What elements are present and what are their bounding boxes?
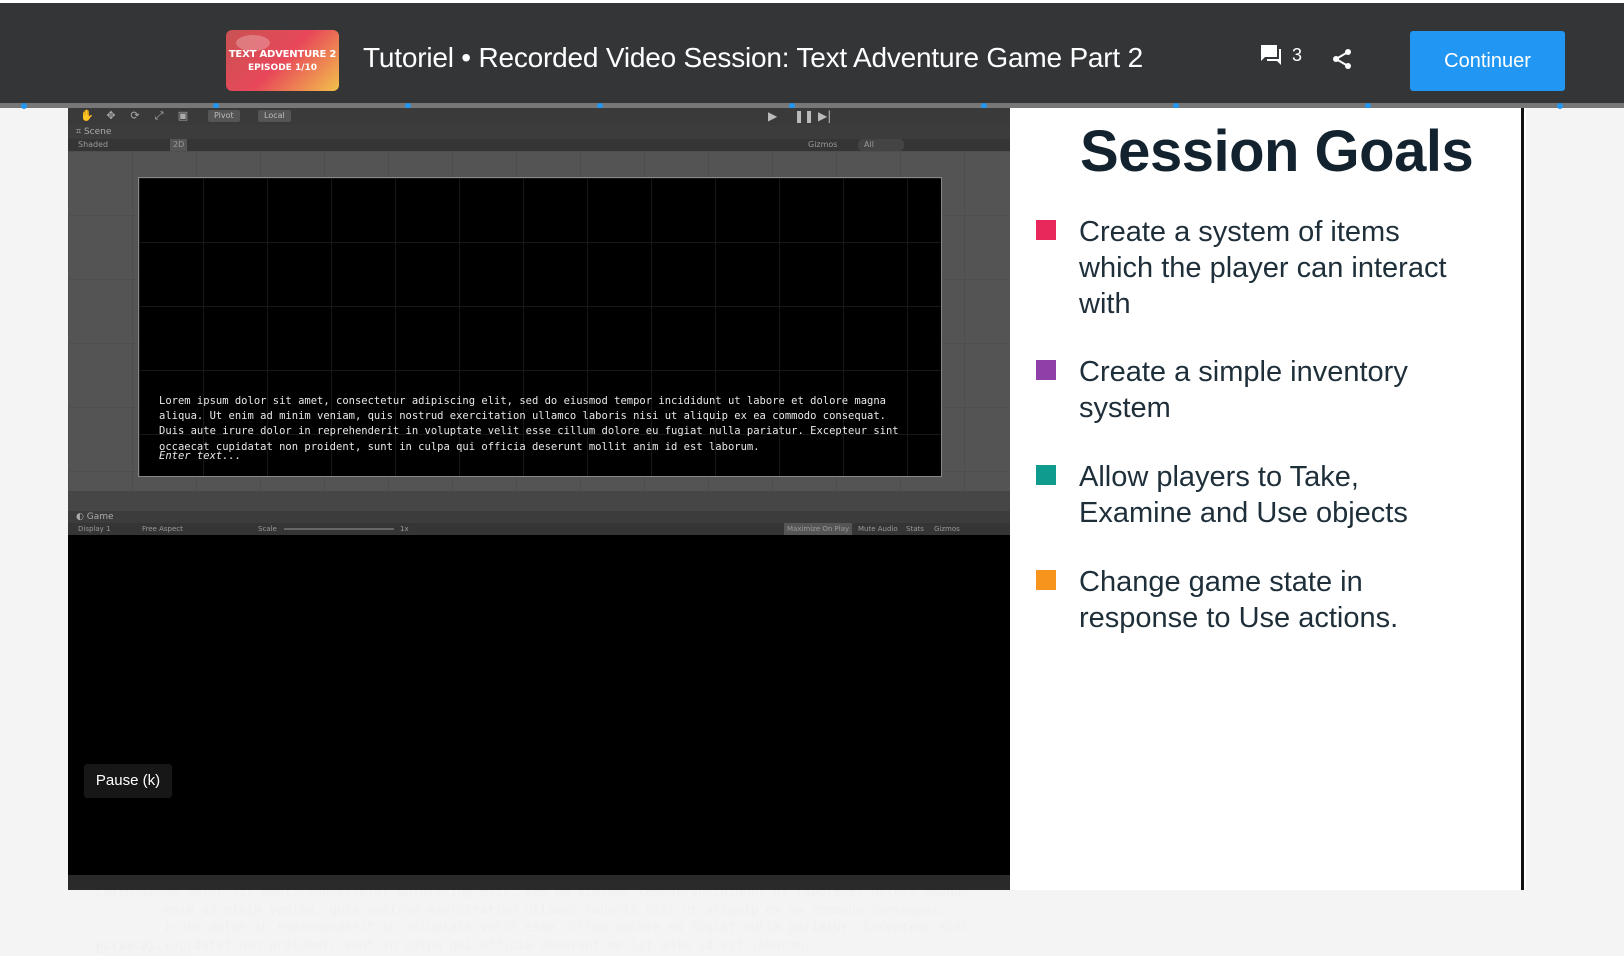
scene-lorem-text: Lorem ipsum dolor sit amet, consectetur … — [159, 395, 899, 453]
unity-editor-capture: ✋ ✥ ⟳ ⤢ ▣ Pivot Local ▶ ❚❚ ▶| ⌗ Scene Sh… — [68, 108, 1010, 956]
scene-view: Lorem ipsum dolor sit amet, consectetur … — [68, 151, 1010, 491]
goal-bullet — [1036, 360, 1056, 380]
maximize-on-play: Maximize On Play — [784, 523, 853, 535]
course-thumbnail[interactable]: TEXT ADVENTURE 2 EPISODE 1/10 — [226, 30, 339, 91]
goal-text: Allow players to Take, Examine and Use o… — [1079, 461, 1408, 529]
display-select: Display 1 — [78, 525, 111, 533]
scale-value: 1x — [400, 525, 409, 533]
stats: Stats — [906, 525, 924, 533]
game-lorem-text: Lorem ipsum dolor sit amet, consectetur … — [96, 884, 969, 952]
scene-canvas: Lorem ipsum dolor sit amet, consectetur … — [138, 177, 942, 477]
slide-title: Session Goals — [1080, 119, 1474, 184]
pause-tooltip: Pause (k) — [84, 764, 172, 798]
game-bottom-bar — [68, 875, 1010, 890]
mode-2d: 2D — [170, 139, 188, 151]
scale-label: Scale — [258, 525, 277, 533]
session-goals-slide: Session Goals Create a system of items w… — [1010, 108, 1524, 890]
goal-bullet — [1036, 220, 1056, 240]
scale-slider — [284, 528, 394, 530]
video-player[interactable]: ✋ ✥ ⟳ ⤢ ▣ Pivot Local ▶ ❚❚ ▶| ⌗ Scene Sh… — [68, 108, 1526, 956]
unity-toolbar: ✋ ✥ ⟳ ⤢ ▣ Pivot Local ▶ ❚❚ ▶| — [68, 108, 1010, 125]
top-bar: TEXT ADVENTURE 2 EPISODE 1/10 Tutoriel •… — [0, 0, 1624, 108]
goal-text: Change game state in response to Use act… — [1079, 566, 1399, 634]
goal-item: Allow players to Take, Examine and Use o… — [1036, 459, 1459, 531]
scene-tab: ⌗ Scene — [68, 125, 1010, 139]
goal-item: Create a system of items which the playe… — [1036, 214, 1459, 322]
game-tab: ◐ Game — [68, 511, 1010, 523]
aspect-select: Free Aspect — [142, 525, 183, 533]
goal-item: Change game state in response to Use act… — [1036, 564, 1459, 636]
step-icon: ▶| — [818, 109, 832, 123]
rotate-tool-icon: ⟳ — [130, 109, 140, 122]
thumbnail-episode: EPISODE 1/10 — [247, 62, 318, 73]
mute-audio: Mute Audio — [858, 525, 898, 533]
pause-icon: ❚❚ — [794, 109, 815, 123]
comment-count: 3 — [1292, 44, 1303, 65]
scale-tool-icon: ⤢ — [154, 109, 164, 122]
goal-text: Create a simple inventory system — [1079, 356, 1408, 424]
goal-bullet — [1036, 570, 1056, 590]
game-tab-label: Game — [86, 512, 114, 522]
scene-tab-label: Scene — [83, 127, 112, 137]
rect-tool-icon: ▣ — [177, 109, 189, 122]
hand-tool-icon: ✋ — [80, 109, 94, 122]
shading-mode: Shaded — [78, 140, 109, 149]
game-enter-prompt: Enter text... — [96, 941, 194, 956]
comments-button[interactable]: 3 — [1258, 43, 1302, 67]
thumbnail-logo-icon — [236, 35, 270, 51]
move-tool-icon: ✥ — [106, 109, 116, 122]
goal-item: Create a simple inventory system — [1036, 354, 1459, 426]
continue-button[interactable]: Continuer — [1410, 31, 1565, 91]
progress-dot[interactable] — [1557, 103, 1563, 109]
share-button[interactable] — [1330, 47, 1354, 76]
page-title: Tutoriel • Recorded Video Session: Text … — [363, 42, 1143, 73]
pivot-toggle: Pivot — [208, 110, 240, 122]
game-view: Lorem ipsum dolor sit amet, consectetur … — [68, 535, 1010, 956]
scene-enter-prompt: Enter text... — [159, 450, 242, 462]
progress-dot[interactable] — [21, 103, 27, 109]
scene-gizmos: Gizmos — [808, 140, 838, 149]
game-gizmos: Gizmos — [934, 525, 960, 533]
comment-icon — [1261, 45, 1281, 65]
scene-search-all: All — [858, 139, 904, 151]
play-icon: ▶ — [768, 109, 778, 123]
share-icon — [1333, 49, 1351, 69]
goal-bullet — [1036, 465, 1056, 485]
scene-control-bar: Shaded 2D Gizmos All — [68, 139, 1010, 151]
local-toggle: Local — [258, 110, 291, 122]
goal-text: Create a system of items which the playe… — [1079, 216, 1447, 320]
game-control-bar: Display 1 Free Aspect Scale 1x Maximize … — [68, 523, 1010, 535]
